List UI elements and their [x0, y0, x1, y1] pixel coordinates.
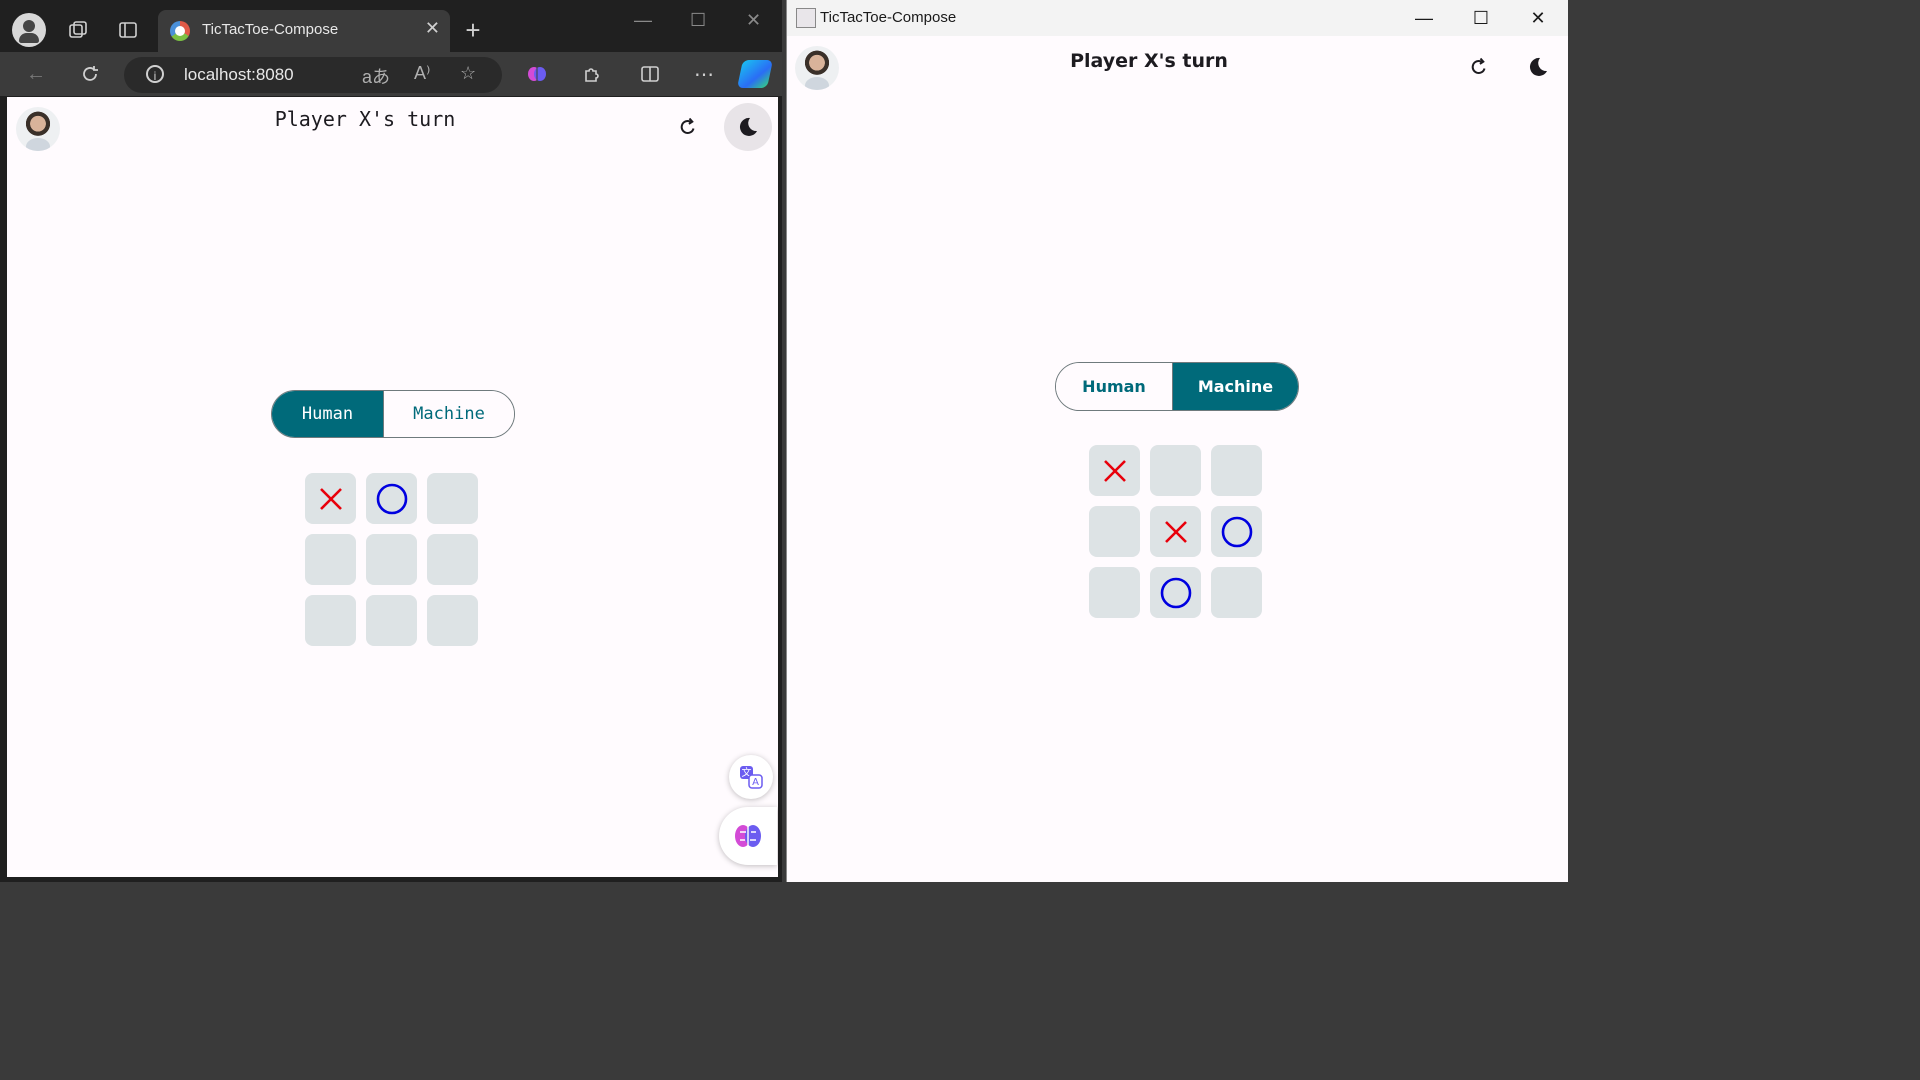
split-screen-icon[interactable] — [636, 60, 664, 88]
tab-title: TicTacToe-Compose — [202, 21, 339, 38]
read-aloud-icon[interactable]: A⁾ — [414, 63, 430, 84]
web-page: Player X's turn Human Machine 文A — [7, 97, 778, 877]
browser-toolbar: ← i localhost:8080 aあ A⁾ ☆ ⋯ — [0, 52, 782, 96]
board-cell-1[interactable] — [1089, 445, 1140, 496]
restart-icon — [680, 117, 695, 134]
maximize-icon[interactable]: ☐ — [1458, 4, 1504, 32]
board-cell-3[interactable] — [427, 473, 478, 524]
more-icon[interactable]: ⋯ — [690, 60, 718, 88]
o-mark-icon — [1160, 577, 1191, 608]
minimize-icon[interactable]: — — [634, 10, 652, 31]
mode-option-human[interactable]: Human — [1056, 363, 1172, 410]
tab-actions-icon[interactable] — [112, 14, 144, 46]
brain-fab[interactable] — [719, 807, 777, 865]
turn-status: Player X's turn — [1070, 50, 1228, 72]
restart-icon — [1471, 57, 1486, 74]
board-cell-8[interactable] — [366, 595, 417, 646]
app-window-icon — [796, 8, 816, 28]
copilot-icon[interactable] — [737, 60, 773, 88]
o-mark-icon — [1221, 516, 1252, 547]
x-mark-icon — [319, 487, 342, 510]
mode-selector: Human Machine — [1055, 362, 1299, 411]
board-cell-7[interactable] — [1089, 567, 1140, 618]
mode-option-machine[interactable]: Machine — [383, 391, 514, 437]
address-bar[interactable]: i localhost:8080 aあ A⁾ ☆ — [124, 57, 502, 93]
board-cell-9[interactable] — [1211, 567, 1262, 618]
board-cell-6[interactable] — [1211, 506, 1262, 557]
svg-text:A: A — [752, 777, 759, 788]
brain-fab-icon — [735, 825, 761, 847]
board-cell-7[interactable] — [305, 595, 356, 646]
workspaces-icon[interactable] — [62, 14, 94, 46]
desktop-app-window: TicTacToe-Compose — ☐ ✕ Player X's turn … — [786, 0, 1568, 882]
x-mark-icon — [1103, 459, 1126, 482]
profile-icon[interactable] — [12, 13, 46, 47]
restart-button[interactable] — [1465, 53, 1493, 81]
maximize-icon[interactable]: ☐ — [690, 10, 706, 31]
mode-selector: Human Machine — [271, 390, 515, 438]
tab-tictactoe[interactable]: TicTacToe-Compose ✕ — [158, 10, 450, 52]
board-cell-2[interactable] — [1150, 445, 1201, 496]
refresh-icon[interactable] — [76, 60, 104, 88]
minimize-icon[interactable]: — — [1401, 4, 1447, 32]
board-cell-5[interactable] — [366, 534, 417, 585]
mode-option-human[interactable]: Human — [272, 391, 383, 437]
brain-extension-icon[interactable] — [523, 60, 551, 88]
translate-fab[interactable]: 文A — [729, 755, 773, 799]
translate-icon[interactable]: aあ — [362, 63, 390, 89]
turn-status: Player X's turn — [274, 107, 456, 131]
moon-icon — [1529, 57, 1547, 76]
close-tab-icon[interactable]: ✕ — [425, 18, 440, 39]
mode-option-machine[interactable]: Machine — [1172, 363, 1298, 410]
site-info-icon[interactable]: i — [146, 65, 164, 83]
favorite-star-icon[interactable]: ☆ — [460, 63, 476, 84]
browser-window: TicTacToe-Compose ✕ + — ☐ ✕ ← i localhos… — [0, 0, 782, 882]
tab-strip: TicTacToe-Compose ✕ + — ☐ ✕ — [0, 0, 782, 60]
board-cell-3[interactable] — [1211, 445, 1262, 496]
window-titlebar: TicTacToe-Compose — ☐ ✕ — [787, 0, 1568, 36]
translate-fab-icon: 文A — [740, 766, 763, 789]
close-window-icon[interactable]: ✕ — [746, 10, 761, 31]
theme-toggle-button[interactable] — [1524, 53, 1552, 81]
board-cell-5[interactable] — [1150, 506, 1201, 557]
x-mark-icon — [1164, 520, 1187, 543]
game-board — [305, 473, 478, 646]
game-board — [1089, 445, 1262, 618]
new-tab-icon[interactable]: + — [460, 14, 486, 46]
extensions-icon[interactable] — [578, 60, 606, 88]
board-cell-4[interactable] — [1089, 506, 1140, 557]
o-mark-icon — [376, 483, 407, 514]
theme-toggle-button[interactable] — [724, 103, 772, 151]
moon-icon — [739, 117, 757, 136]
board-cell-9[interactable] — [427, 595, 478, 646]
window-title: TicTacToe-Compose — [820, 9, 957, 26]
site-favicon — [170, 21, 190, 41]
back-icon[interactable]: ← — [22, 60, 50, 88]
url-text[interactable]: localhost:8080 — [184, 65, 294, 85]
board-cell-2[interactable] — [366, 473, 417, 524]
board-cell-6[interactable] — [427, 534, 478, 585]
board-cell-8[interactable] — [1150, 567, 1201, 618]
restart-button[interactable] — [674, 113, 702, 141]
board-cell-1[interactable] — [305, 473, 356, 524]
board-cell-4[interactable] — [305, 534, 356, 585]
close-window-icon[interactable]: ✕ — [1515, 4, 1561, 32]
